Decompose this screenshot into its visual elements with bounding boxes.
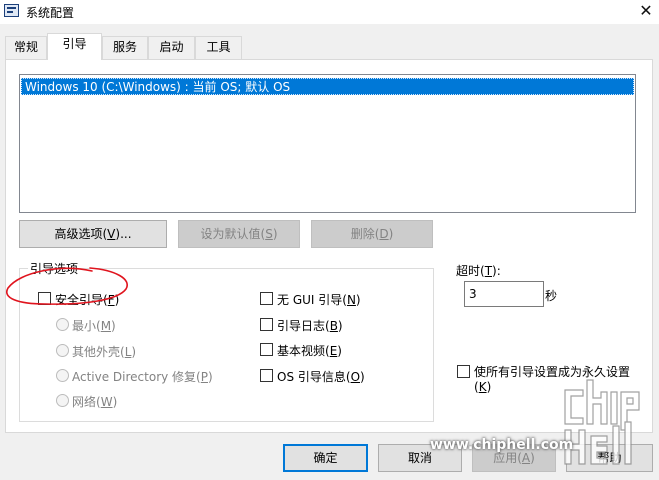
tab-general[interactable]: 常规 <box>5 36 47 59</box>
no-gui-boot-checkbox[interactable] <box>260 292 273 305</box>
timeout-label: 超时(T): <box>456 264 501 278</box>
make-permanent-checkbox[interactable] <box>457 365 470 378</box>
timeout-unit-label: 秒 <box>545 289 558 303</box>
os-boot-info-checkbox[interactable] <box>260 369 273 382</box>
chiphell-watermark-logo <box>564 379 640 465</box>
set-default-button[interactable]: 设为默认值(S) <box>178 220 300 248</box>
tab-tools[interactable]: 工具 <box>195 36 242 59</box>
boot-log-checkbox[interactable] <box>260 318 273 331</box>
os-list-item[interactable]: Windows 10 (C:\Windows) : 当前 OS; 默认 OS <box>21 78 634 95</box>
base-video-label[interactable]: 基本视频(E) <box>277 342 342 359</box>
minimal-label: 最小(M) <box>72 319 116 333</box>
advanced-options-label: 高级选项( <box>54 227 108 241</box>
advanced-options-label-end: )... <box>115 227 132 241</box>
set-default-label: 设为默认值( <box>200 227 266 241</box>
safe-boot-checkbox[interactable] <box>38 292 51 305</box>
close-button[interactable]: ✕ <box>633 0 659 24</box>
tab-strip: 常规 引导 服务 启动 工具 <box>0 33 659 60</box>
no-gui-boot-label[interactable]: 无 GUI 引导(N) <box>277 291 361 308</box>
msconfig-app-icon <box>4 4 19 17</box>
minimal-radio[interactable] <box>56 318 69 331</box>
active-directory-repair-label: Active Directory 修复(P) <box>72 370 213 384</box>
ok-button[interactable]: 确定 <box>283 444 368 472</box>
set-default-accesskey: S <box>265 227 273 241</box>
watermark-text: www.chiphell.com <box>430 437 574 453</box>
delete-button[interactable]: 删除(D) <box>311 220 433 248</box>
delete-accesskey: D <box>379 227 389 241</box>
tab-boot[interactable]: 引导 <box>47 33 102 60</box>
network-radio[interactable] <box>56 394 69 407</box>
boot-log-label[interactable]: 引导日志(B) <box>277 317 343 334</box>
os-list[interactable]: Windows 10 (C:\Windows) : 当前 OS; 默认 OS <box>19 74 636 213</box>
safe-boot-label[interactable]: 安全引导(F) <box>55 291 119 308</box>
title-bar: 系统配置 ✕ <box>0 0 659 24</box>
make-permanent-label-line2[interactable]: (K) <box>474 380 491 394</box>
base-video-checkbox[interactable] <box>260 343 273 356</box>
delete-label-end: ) <box>388 227 394 241</box>
alternate-shell-label: 其他外壳(L) <box>72 345 137 359</box>
boot-options-group-label: 引导选项 <box>28 260 81 277</box>
delete-label: 删除( <box>350 227 380 241</box>
window-title: 系统配置 <box>26 6 75 20</box>
network-label: 网络(W) <box>72 395 118 409</box>
os-boot-info-label[interactable]: OS 引导信息(O) <box>277 368 365 385</box>
advanced-options-button[interactable]: 高级选项(V)... <box>19 220 167 248</box>
alternate-shell-radio[interactable] <box>56 344 69 357</box>
set-default-label-end: ) <box>272 227 278 241</box>
active-directory-repair-radio[interactable] <box>56 369 69 382</box>
timeout-input[interactable]: 3 <box>464 281 544 307</box>
tab-services[interactable]: 服务 <box>102 36 148 59</box>
tab-startup[interactable]: 启动 <box>148 36 195 59</box>
